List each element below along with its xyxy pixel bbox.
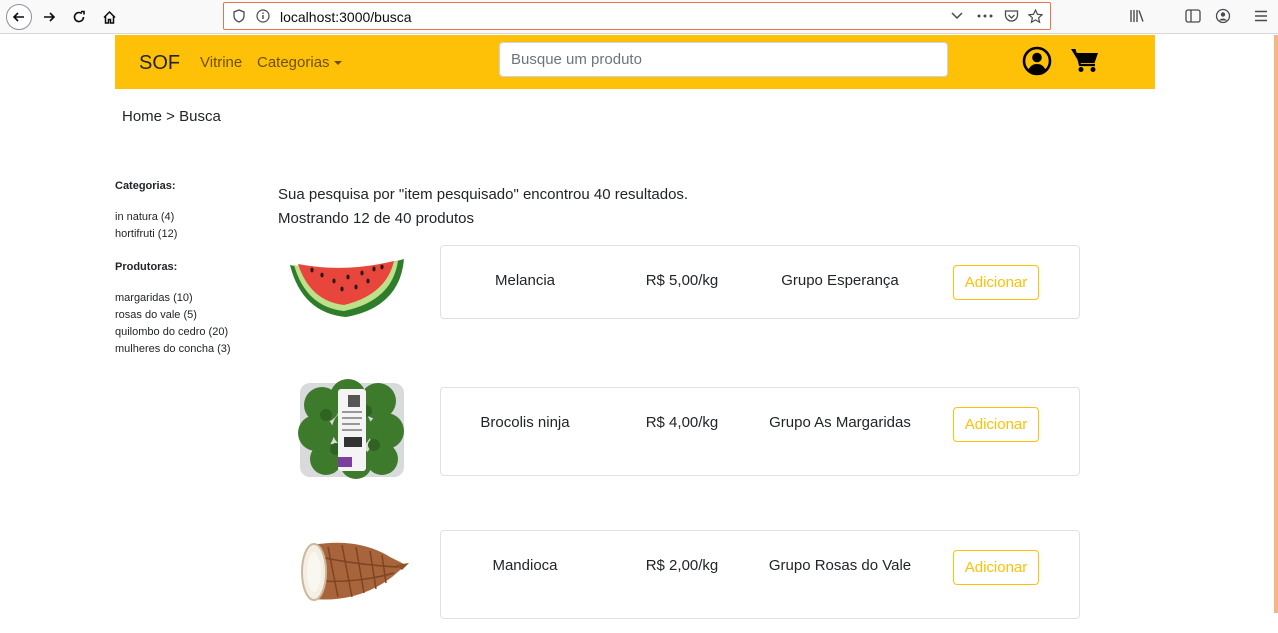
product-card: Mandioca R$ 2,00/kg Grupo Rosas do Vale … [440, 530, 1080, 619]
results-showing-text: Mostrando 12 de 40 produtos [278, 210, 474, 227]
producers-title: Produtoras: [115, 261, 178, 273]
categories-title: Categorias: [115, 180, 176, 192]
producer-item[interactable]: rosas do vale (5) [115, 307, 265, 324]
nav-link-vitrine[interactable]: Vitrine [200, 54, 242, 71]
product-card: Brocolis ninja R$ 4,00/kg Grupo As Marga… [440, 387, 1080, 476]
back-button[interactable] [6, 4, 32, 30]
arrow-left-icon [12, 12, 24, 22]
producers-list: margaridas (10) rosas do vale (5) quilom… [115, 290, 265, 358]
product-producer[interactable]: Grupo Esperança [757, 270, 923, 292]
star-icon[interactable] [1026, 7, 1044, 25]
product-price: R$ 2,00/kg [645, 557, 719, 574]
producer-item[interactable]: margaridas (10) [115, 290, 265, 307]
search-input[interactable] [499, 42, 948, 77]
product-card: Melancia R$ 5,00/kg Grupo Esperança Adic… [440, 245, 1080, 319]
breadcrumb[interactable]: Home > Busca [122, 108, 221, 125]
nav-dropdown-label: Categorias [257, 54, 330, 71]
cassava-image[interactable] [298, 537, 438, 612]
product-name[interactable]: Mandioca [441, 555, 609, 577]
caret-down-icon [333, 61, 342, 66]
nav-dropdown-categorias[interactable]: Categorias [257, 54, 342, 71]
add-to-cart-button[interactable]: Adicionar [953, 407, 1039, 442]
add-to-cart-button[interactable]: Adicionar [953, 550, 1039, 585]
info-icon[interactable] [254, 7, 272, 25]
category-item[interactable]: hortifruti (12) [115, 226, 265, 243]
producer-item[interactable]: mulheres do concha (3) [115, 341, 265, 358]
forward-button[interactable] [36, 4, 62, 30]
product-name[interactable]: Brocolis ninja [441, 412, 609, 434]
arrow-right-icon [44, 12, 56, 22]
reload-button[interactable] [66, 4, 92, 30]
product-price: R$ 5,00/kg [645, 272, 719, 289]
user-icon[interactable] [1022, 46, 1052, 81]
product-producer[interactable]: Grupo Rosas do Vale [757, 555, 923, 577]
url-bar[interactable]: localhost:3000/busca [223, 2, 1051, 30]
more-icon[interactable] [976, 7, 994, 25]
home-icon [102, 10, 116, 24]
results-count-text: Sua pesquisa por "item pesquisado" encon… [278, 186, 689, 203]
product-name[interactable]: Melancia [441, 270, 609, 292]
scrollbar[interactable] [1274, 35, 1278, 613]
categories-list: in natura (4) hortifruti (12) [115, 209, 265, 243]
product-row: Mandioca R$ 2,00/kg Grupo Rosas do Vale … [282, 515, 1082, 625]
results-summary: Sua pesquisa por "item pesquisado" encon… [278, 183, 688, 231]
producer-item[interactable]: quilombo do cedro (20) [115, 324, 265, 341]
shield-icon[interactable] [230, 7, 248, 25]
cart-icon[interactable] [1070, 47, 1100, 78]
library-icon[interactable] [1126, 5, 1148, 27]
broccoli-image[interactable] [296, 375, 436, 488]
reload-icon [73, 10, 85, 23]
product-price: R$ 4,00/kg [645, 414, 719, 431]
home-button[interactable] [96, 4, 122, 30]
menu-icon[interactable] [1250, 5, 1272, 27]
chevron-down-icon[interactable] [948, 7, 966, 25]
pocket-icon[interactable] [1002, 7, 1020, 25]
filter-sidebar: Categorias: in natura (4) hortifruti (12… [115, 180, 265, 358]
url-text[interactable]: localhost:3000/busca [280, 9, 412, 25]
sidebar-icon[interactable] [1182, 5, 1204, 27]
account-icon[interactable] [1212, 5, 1234, 27]
watermelon-image[interactable] [282, 255, 422, 324]
product-row: Brocolis ninja R$ 4,00/kg Grupo As Marga… [282, 373, 1082, 483]
site-navbar: SOF Vitrine Categorias [115, 35, 1155, 89]
add-to-cart-button[interactable]: Adicionar [953, 265, 1039, 300]
brand-logo[interactable]: SOF [139, 52, 180, 75]
browser-toolbar: localhost:3000/busca [0, 0, 1278, 34]
category-item[interactable]: in natura (4) [115, 209, 265, 226]
product-producer[interactable]: Grupo As Margaridas [757, 412, 923, 434]
product-row: Melancia R$ 5,00/kg Grupo Esperança Adic… [282, 245, 1082, 325]
